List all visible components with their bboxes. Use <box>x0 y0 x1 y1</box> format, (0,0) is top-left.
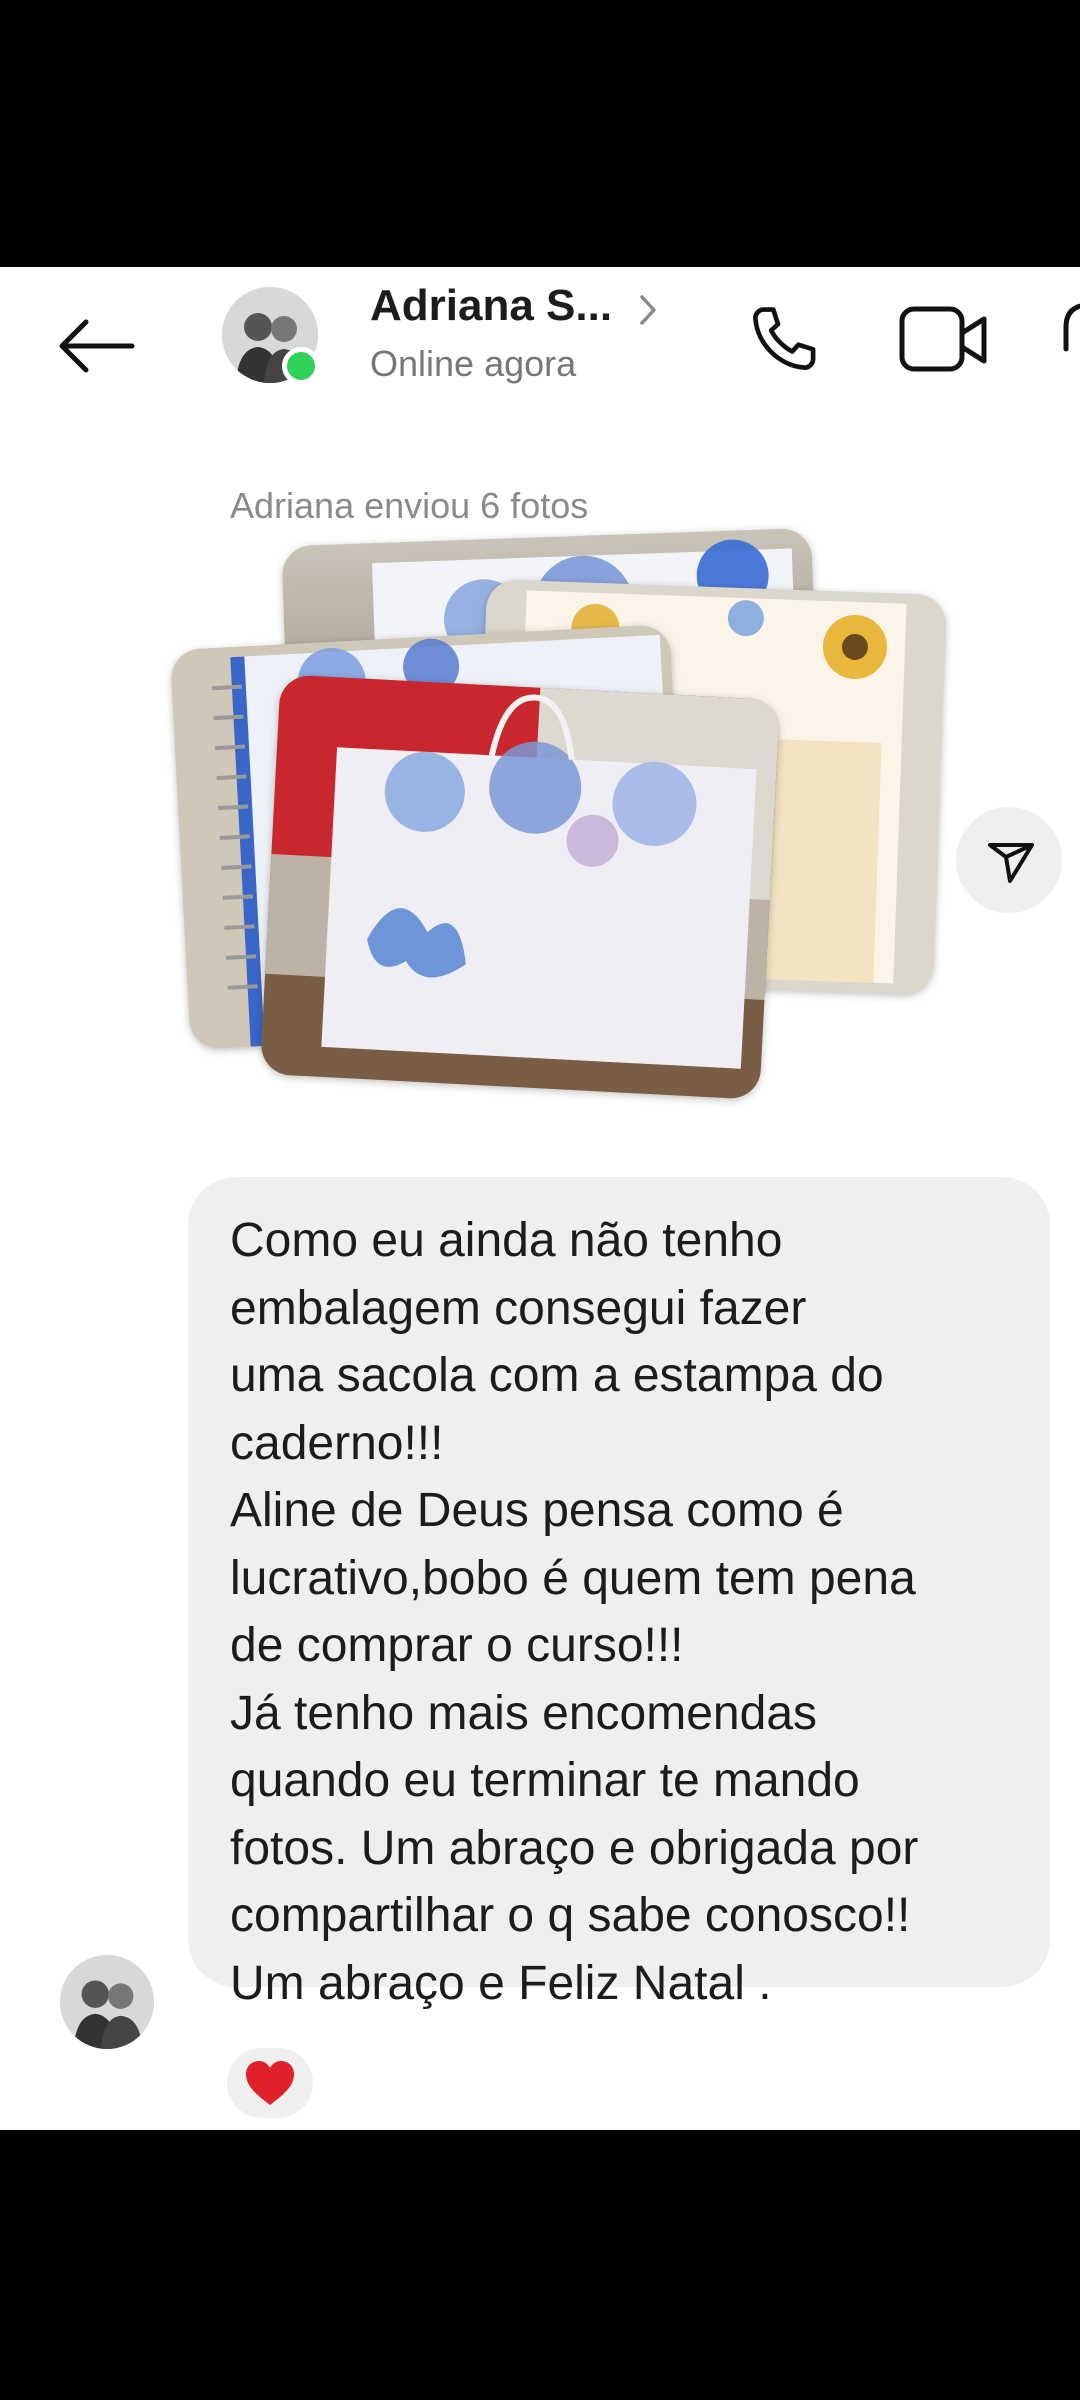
message-text: Como eu ainda não tenho embalagem conseg… <box>230 1214 919 2010</box>
video-camera-icon[interactable] <box>898 301 990 381</box>
more-options-icon[interactable] <box>1060 297 1080 377</box>
message-bubble[interactable]: Como eu ainda não tenho embalagem conseg… <box>188 1177 1050 2010</box>
photo-stack[interactable] <box>150 527 970 1100</box>
reaction-badge[interactable] <box>222 2043 318 2123</box>
send-icon <box>988 843 1034 883</box>
contact-status: Online agora <box>370 343 577 384</box>
online-status-indicator <box>282 347 320 385</box>
contact-name[interactable]: Adriana S... <box>370 281 612 331</box>
photos-sent-label: Adriana enviou 6 fotos <box>230 485 589 526</box>
phone-icon[interactable] <box>740 297 826 383</box>
heart-icon <box>246 2061 294 2105</box>
sender-avatar[interactable] <box>60 1955 154 2049</box>
share-button[interactable] <box>956 807 1062 913</box>
back-arrow-icon[interactable] <box>52 303 138 389</box>
chat-screen: Adriana S... Online agora Adriana enviou… <box>0 267 1080 2130</box>
photo-front-bag <box>259 674 781 1100</box>
chevron-right-icon[interactable] <box>632 287 666 333</box>
